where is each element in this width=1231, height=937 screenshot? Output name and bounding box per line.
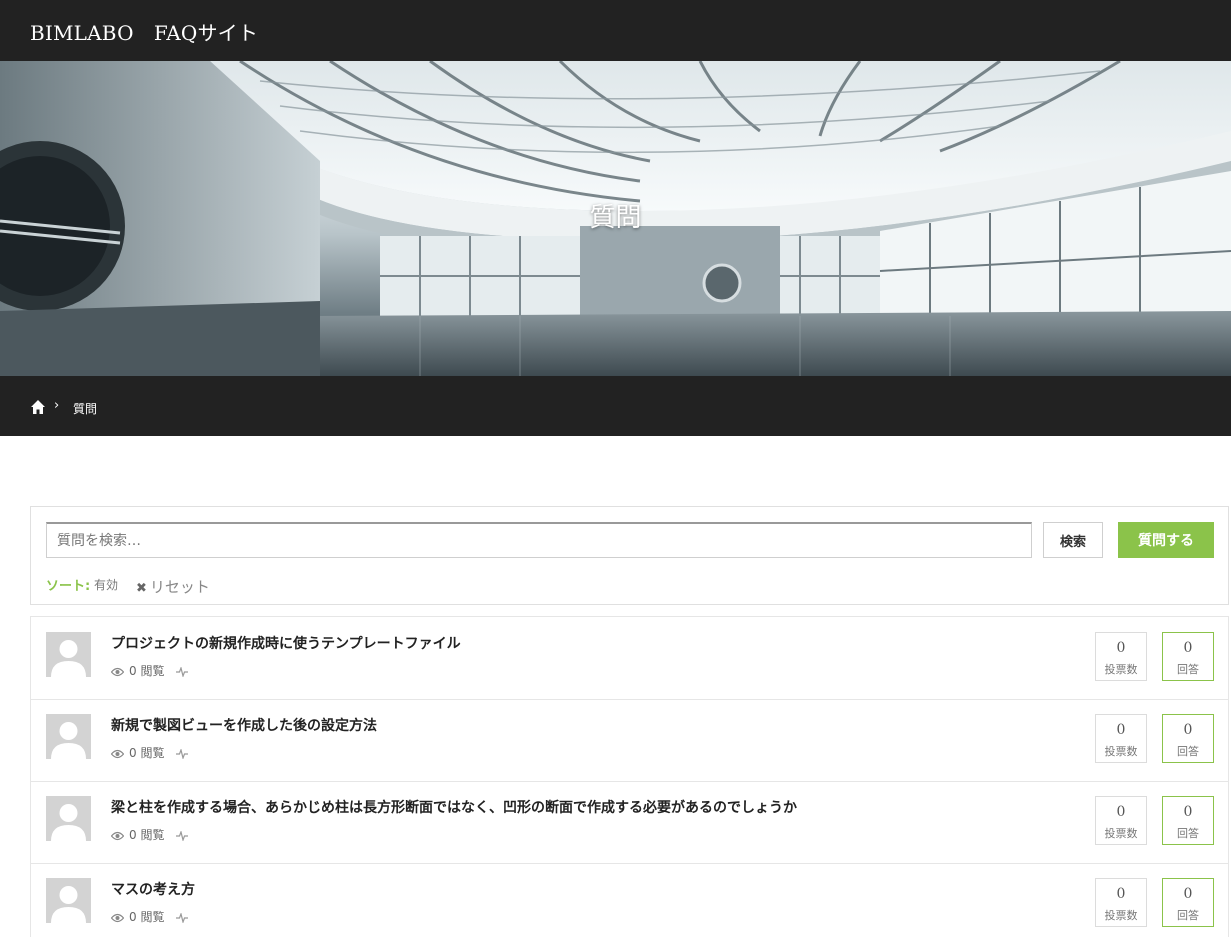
answer-label: 回答 — [1177, 909, 1199, 922]
list-item: プロジェクトの新規作成時に使うテンプレートファイル 0 閲覧 0 投票数 0 回答 — [31, 617, 1228, 700]
vote-count: 0 — [1116, 886, 1126, 902]
close-icon: ✖ — [136, 581, 147, 596]
ask-question-button[interactable]: 質問する — [1118, 522, 1214, 558]
eye-icon — [111, 749, 124, 759]
vote-count: 0 — [1116, 640, 1126, 656]
list-item: 梁と柱を作成する場合、あらかじめ柱は長方形断面ではなく、凹形の断面で作成する必要… — [31, 781, 1228, 864]
vote-count: 0 — [1116, 722, 1126, 738]
answer-count: 0 — [1183, 804, 1193, 820]
list-item: 新規で製図ビューを作成した後の設定方法 0 閲覧 0 投票数 0 回答 — [31, 699, 1228, 782]
answer-count: 0 — [1183, 640, 1193, 656]
hero-banner: 質問 — [0, 61, 1231, 376]
list-item: マスの考え方 0 閲覧 0 投票数 0 回答 — [31, 863, 1228, 937]
answer-count-box: 0 回答 — [1162, 796, 1214, 845]
view-count: 0 閲覧 — [129, 828, 165, 842]
breadcrumb — [0, 376, 1231, 436]
activity-icon — [176, 913, 189, 923]
answer-count: 0 — [1183, 886, 1193, 902]
avatar[interactable] — [46, 714, 91, 759]
question-meta: 0 閲覧 — [111, 662, 189, 679]
answer-count-box: 0 回答 — [1162, 632, 1214, 681]
activity-icon — [176, 749, 189, 759]
vote-count-box: 0 投票数 — [1095, 796, 1147, 845]
eye-icon — [111, 831, 124, 841]
sort-label: ソート: — [46, 579, 91, 594]
activity-icon — [176, 667, 189, 677]
answer-count-box: 0 回答 — [1162, 878, 1214, 927]
breadcrumb-current: 質問 — [73, 402, 98, 416]
eye-icon — [111, 913, 124, 923]
question-meta: 0 閲覧 — [111, 826, 189, 843]
avatar[interactable] — [46, 796, 91, 841]
answer-label: 回答 — [1177, 745, 1199, 758]
avatar[interactable] — [46, 878, 91, 923]
vote-label: 投票数 — [1104, 909, 1138, 922]
answer-count: 0 — [1183, 722, 1193, 738]
vote-label: 投票数 — [1104, 827, 1138, 840]
question-title[interactable]: 新規で製図ビューを作成した後の設定方法 — [111, 715, 377, 735]
sort-value[interactable]: 有効 — [94, 576, 118, 593]
answer-label: 回答 — [1177, 663, 1199, 676]
search-input[interactable] — [46, 522, 1032, 558]
vote-count: 0 — [1116, 804, 1126, 820]
vote-count-box: 0 投票数 — [1095, 878, 1147, 927]
question-list: プロジェクトの新規作成時に使うテンプレートファイル 0 閲覧 0 投票数 0 回答 … — [30, 616, 1229, 937]
question-meta: 0 閲覧 — [111, 908, 189, 925]
vote-label: 投票数 — [1104, 663, 1138, 676]
activity-icon — [176, 831, 189, 841]
view-count: 0 閲覧 — [129, 664, 165, 678]
view-count: 0 閲覧 — [129, 910, 165, 924]
vote-count-box: 0 投票数 — [1095, 632, 1147, 681]
site-title[interactable]: BIMLABO FAQサイト — [30, 17, 258, 46]
question-title[interactable]: プロジェクトの新規作成時に使うテンプレートファイル — [111, 633, 461, 653]
home-icon[interactable] — [30, 399, 46, 415]
reset-label: リセット — [149, 578, 210, 596]
search-button[interactable]: 検索 — [1043, 522, 1103, 558]
question-title[interactable]: 梁と柱を作成する場合、あらかじめ柱は長方形断面ではなく、凹形の断面で作成する必要… — [111, 797, 797, 817]
hero-title: 質問 — [589, 203, 642, 233]
vote-count-box: 0 投票数 — [1095, 714, 1147, 763]
avatar[interactable] — [46, 632, 91, 677]
top-navbar: BIMLABO FAQサイト — [0, 0, 1231, 61]
answer-count-box: 0 回答 — [1162, 714, 1214, 763]
breadcrumb-separator: › — [54, 398, 60, 413]
reset-link[interactable]: ✖ リセット — [136, 576, 210, 597]
vote-label: 投票数 — [1104, 745, 1138, 758]
eye-icon — [111, 667, 124, 677]
answer-label: 回答 — [1177, 827, 1199, 840]
question-title[interactable]: マスの考え方 — [111, 879, 195, 899]
view-count: 0 閲覧 — [129, 746, 165, 760]
question-meta: 0 閲覧 — [111, 744, 189, 761]
